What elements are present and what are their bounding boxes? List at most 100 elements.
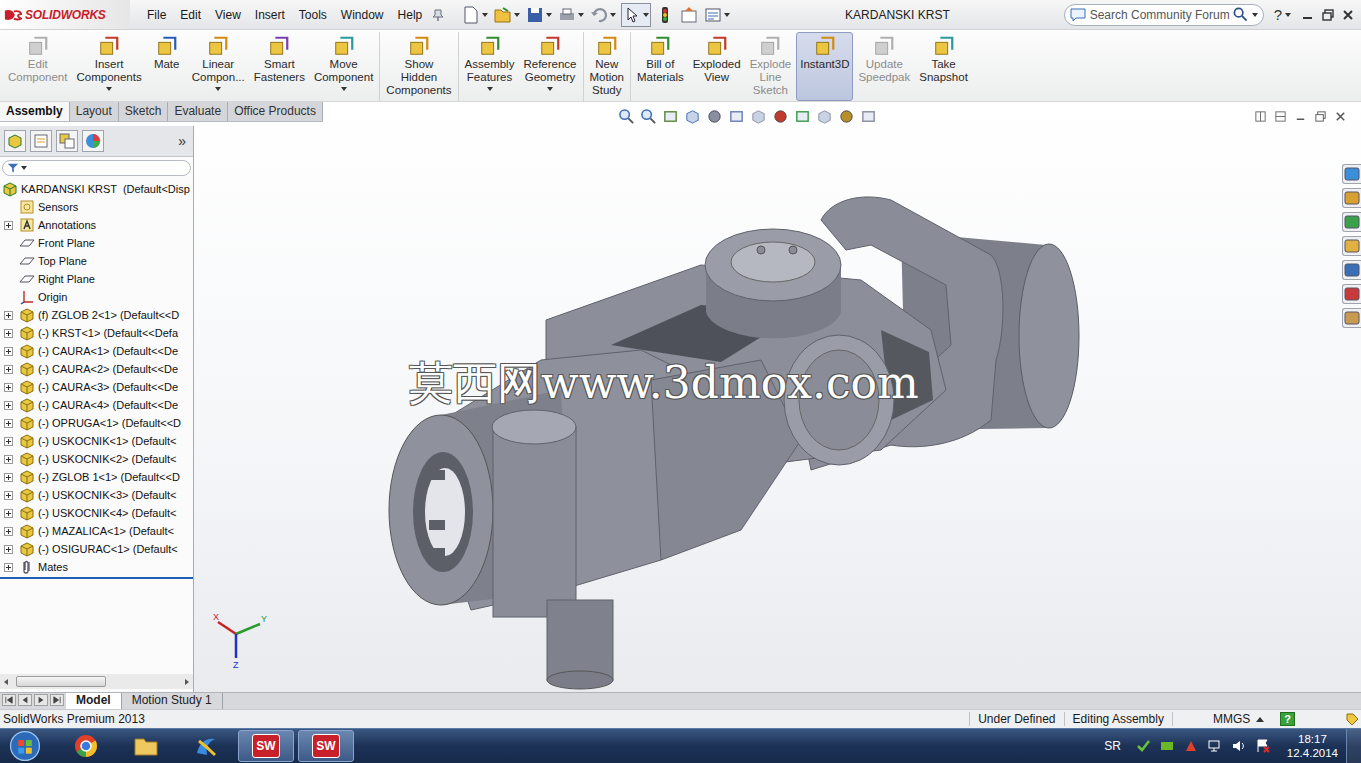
- tag-icon[interactable]: [1345, 712, 1359, 726]
- network-icon[interactable]: [1207, 738, 1223, 754]
- view-tool-icon[interactable]: [728, 108, 745, 125]
- show-desktop-button[interactable]: [1346, 729, 1361, 763]
- task-pane-icon[interactable]: [1342, 236, 1361, 256]
- tree-item[interactable]: (f) ZGLOB 2<1> (Default<<D: [0, 306, 193, 324]
- select-button[interactable]: [621, 3, 651, 27]
- tree-item[interactable]: (-) CAURA<1> (Default<<De: [0, 342, 193, 360]
- options-button[interactable]: [703, 4, 731, 26]
- next-tab-icon[interactable]: [34, 694, 48, 706]
- expand-icon[interactable]: [4, 419, 13, 428]
- expand-icon[interactable]: [4, 401, 13, 410]
- rebuild-button[interactable]: [655, 4, 675, 26]
- graphics-driver-icon[interactable]: [1159, 738, 1175, 754]
- save-button[interactable]: [525, 4, 553, 26]
- app-logo[interactable]: SOLIDWORKS: [0, 0, 130, 29]
- menu-item[interactable]: File: [140, 6, 173, 24]
- taskbar-app[interactable]: [118, 730, 174, 762]
- task-pane-icon[interactable]: [1342, 212, 1361, 232]
- menu-item[interactable]: Edit: [173, 6, 208, 24]
- expand-icon[interactable]: [4, 473, 13, 482]
- horizontal-scrollbar[interactable]: [0, 674, 193, 689]
- minimize-icon[interactable]: [1301, 8, 1315, 22]
- expand-icon[interactable]: [4, 329, 13, 338]
- status-help-button[interactable]: ?: [1280, 712, 1295, 726]
- expand-icon[interactable]: [4, 311, 13, 320]
- taskbar-app[interactable]: SW: [298, 730, 354, 762]
- taskbar-app[interactable]: [58, 730, 114, 762]
- menu-item[interactable]: Tools: [292, 6, 334, 24]
- units-selector[interactable]: MMGS: [1172, 712, 1274, 726]
- expand-icon[interactable]: [4, 545, 13, 554]
- command-button[interactable]: NewMotionStudy: [586, 32, 629, 101]
- view-tool-icon[interactable]: [640, 108, 657, 125]
- more-tabs-button[interactable]: »: [178, 133, 189, 149]
- rollback-bar[interactable]: [0, 577, 193, 579]
- command-tab[interactable]: Layout: [70, 102, 119, 121]
- view-tool-icon[interactable]: [772, 108, 789, 125]
- tile-icon[interactable]: [1254, 110, 1267, 123]
- command-button[interactable]: TakeSnapshot: [915, 32, 972, 101]
- view-tool-icon[interactable]: [838, 108, 855, 125]
- tree-item[interactable]: Front Plane: [0, 234, 193, 252]
- expand-icon[interactable]: [4, 455, 13, 464]
- view-tool-icon[interactable]: [662, 108, 679, 125]
- task-pane-icon[interactable]: [1342, 284, 1361, 304]
- tree-item[interactable]: (-) CAURA<2> (Default<<De: [0, 360, 193, 378]
- command-button[interactable]: LinearCompon...: [188, 32, 249, 101]
- view-tool-icon[interactable]: [706, 108, 723, 125]
- property-manager-icon[interactable]: [30, 130, 52, 152]
- last-tab-icon[interactable]: [50, 694, 64, 706]
- command-button[interactable]: UpdateSpeedpak: [854, 32, 914, 101]
- taskbar-app[interactable]: SW: [238, 730, 294, 762]
- previous-tab-icon[interactable]: [18, 694, 32, 706]
- command-button[interactable]: Instant3D: [796, 32, 853, 101]
- command-button[interactable]: ExplodedView: [689, 32, 745, 101]
- configuration-icon[interactable]: [56, 130, 78, 152]
- restore-icon[interactable]: [1314, 110, 1327, 123]
- close-icon[interactable]: [1341, 8, 1355, 22]
- tree-item[interactable]: (-) USKOCNIK<2> (Default<: [0, 450, 193, 468]
- command-button[interactable]: MoveComponent: [310, 32, 377, 101]
- language-indicator[interactable]: SR: [1104, 739, 1121, 753]
- scroll-thumb[interactable]: [16, 676, 106, 687]
- tree-item[interactable]: Right Plane: [0, 270, 193, 288]
- new-document-button[interactable]: [461, 4, 489, 26]
- undo-button[interactable]: [589, 4, 617, 26]
- view-tool-icon[interactable]: [794, 108, 811, 125]
- tree-item[interactable]: (-) KRST<1> (Default<<Defa: [0, 324, 193, 342]
- dropdown-icon[interactable]: [1252, 13, 1258, 17]
- scroll-right-icon[interactable]: [183, 678, 191, 686]
- tile-horizontal-icon[interactable]: [1274, 110, 1287, 123]
- display-manager-icon[interactable]: [82, 130, 104, 152]
- task-pane-icon[interactable]: [1342, 308, 1361, 328]
- command-button[interactable]: ShowHiddenComponents: [382, 32, 455, 101]
- expand-icon[interactable]: [4, 347, 13, 356]
- help-button[interactable]: ?: [1274, 6, 1291, 23]
- scroll-left-icon[interactable]: [2, 678, 10, 686]
- open-button[interactable]: [493, 4, 521, 26]
- view-tool-icon[interactable]: [684, 108, 701, 125]
- command-tab[interactable]: Office Products: [228, 102, 323, 121]
- command-tab[interactable]: Sketch: [119, 102, 169, 121]
- tree-item[interactable]: (-) OSIGURAC<1> (Default<: [0, 540, 193, 558]
- axis-triad-icon[interactable]: XYZ: [212, 610, 272, 670]
- tree-item[interactable]: Mates: [0, 558, 193, 576]
- task-pane-icon[interactable]: [1342, 164, 1361, 184]
- tree-item[interactable]: (-) MAZALICA<1> (Default<: [0, 522, 193, 540]
- model-tab[interactable]: Motion Study 1: [122, 693, 223, 709]
- command-tab[interactable]: Assembly: [0, 102, 70, 121]
- start-button-icon[interactable]: [6, 729, 44, 763]
- tree-item[interactable]: (-) USKOCNIK<3> (Default<: [0, 486, 193, 504]
- action-center-icon[interactable]: [1255, 738, 1271, 754]
- tree-root[interactable]: KARDANSKI KRST (Default<Disp: [0, 180, 193, 198]
- file-properties-button[interactable]: [679, 4, 699, 26]
- expand-icon[interactable]: [4, 365, 13, 374]
- expand-icon[interactable]: [4, 563, 13, 572]
- expand-icon[interactable]: [4, 221, 13, 230]
- view-tool-icon[interactable]: [618, 108, 635, 125]
- view-tool-icon[interactable]: [816, 108, 833, 125]
- expand-icon[interactable]: [4, 509, 13, 518]
- print-button[interactable]: [557, 4, 585, 26]
- tree-item[interactable]: (-) CAURA<4> (Default<<De: [0, 396, 193, 414]
- view-tool-icon[interactable]: [860, 108, 877, 125]
